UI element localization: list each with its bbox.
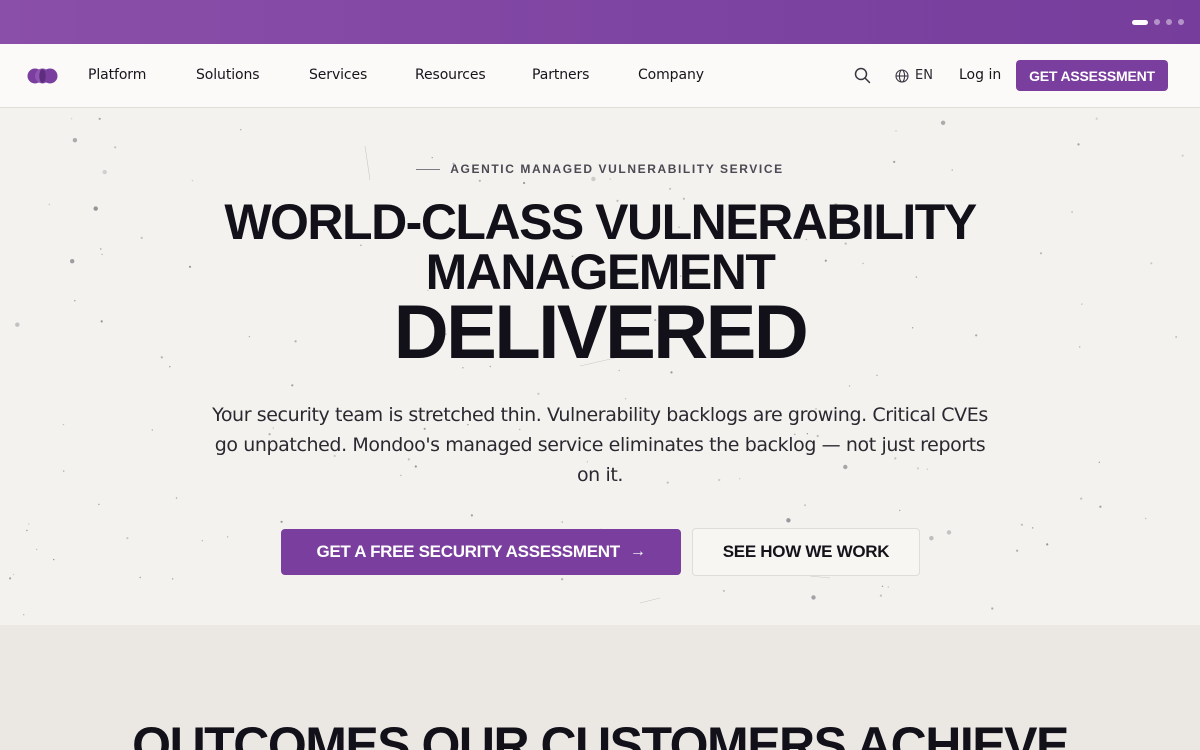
hero-headline-line1: WORLD-CLASS VULNERABILITY <box>224 194 977 250</box>
login-link[interactable]: Log in <box>959 67 1001 83</box>
outcomes-title: OUTCOMES OUR CUSTOMERS ACHIEVE <box>132 717 1069 750</box>
carousel-dot-2[interactable] <box>1154 19 1160 25</box>
hero-section: AGENTIC MANAGED VULNERABILITY SERVICE WO… <box>0 108 1200 625</box>
globe-icon <box>895 68 909 83</box>
carousel-dot-4[interactable] <box>1178 19 1184 25</box>
free-assessment-button[interactable]: GET A FREE SECURITY ASSESSMENT → <box>281 529 681 575</box>
outcomes-section: OUTCOMES OUR CUSTOMERS ACHIEVE <box>0 625 1200 750</box>
mondoo-logo-icon[interactable] <box>27 68 58 84</box>
hero-lead-paragraph: Your security team is stretched thin. Vu… <box>212 404 988 486</box>
hero-headline-line3: DELIVERED <box>393 290 809 375</box>
nav-platform[interactable]: Platform <box>88 67 146 83</box>
nav-partners[interactable]: Partners <box>532 67 589 83</box>
free-assessment-label: GET A FREE SECURITY ASSESSMENT <box>316 542 620 561</box>
language-label: EN <box>915 68 933 83</box>
main-navbar: Platform Solutions Services Resources Pa… <box>0 44 1200 108</box>
get-assessment-button[interactable]: GET ASSESSMENT <box>1016 60 1168 91</box>
language-selector[interactable]: EN <box>895 68 933 83</box>
nav-company[interactable]: Company <box>638 67 704 83</box>
eyebrow-text: AGENTIC MANAGED VULNERABILITY SERVICE <box>450 162 784 176</box>
eyebrow-rule <box>416 168 441 170</box>
announcement-bar <box>0 0 1200 44</box>
carousel-dots[interactable] <box>1132 19 1184 25</box>
nav-resources[interactable]: Resources <box>415 67 486 83</box>
hero-eyebrow: AGENTIC MANAGED VULNERABILITY SERVICE <box>0 162 1200 176</box>
nav-services[interactable]: Services <box>309 67 367 83</box>
see-how-we-work-button[interactable]: SEE HOW WE WORK <box>692 528 920 576</box>
nav-solutions[interactable]: Solutions <box>196 67 260 83</box>
carousel-dot-1[interactable] <box>1132 19 1148 25</box>
search-icon[interactable] <box>854 67 871 84</box>
carousel-dot-3[interactable] <box>1166 19 1172 25</box>
arrow-right-icon: → <box>629 543 646 560</box>
hero-headline-line2: MANAGEMENT <box>425 244 776 300</box>
